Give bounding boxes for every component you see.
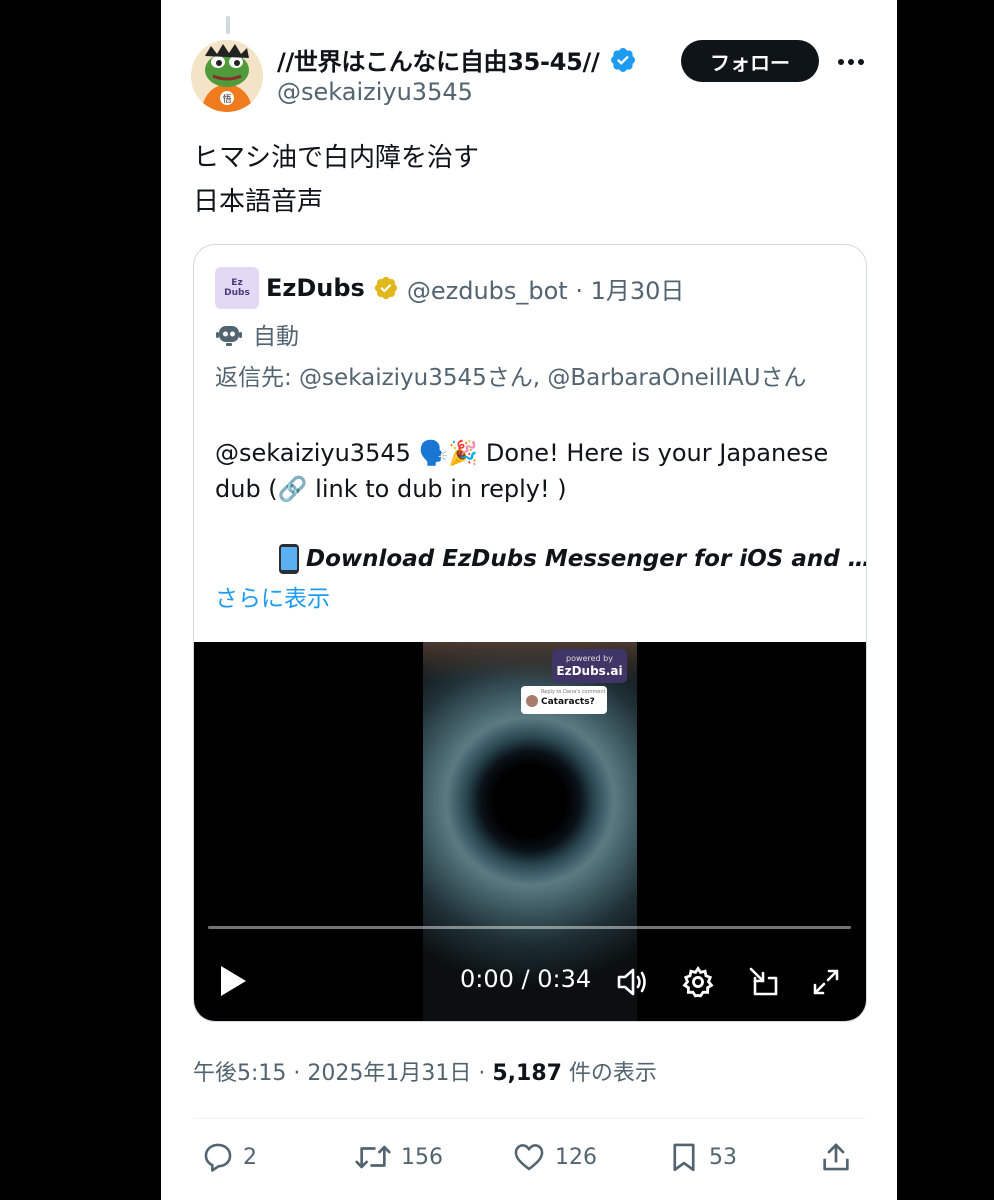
reply-icon (201, 1140, 235, 1174)
bookmark-button[interactable]: 53 (667, 1140, 737, 1174)
body-mention[interactable]: @sekaiziyu3545 (215, 439, 411, 467)
automated-label: 自動 (215, 317, 299, 351)
quoted-author-name[interactable]: EzDubs (266, 274, 365, 302)
powered-by-text: powered by (566, 654, 613, 663)
author-display-name[interactable]: //世界はこんなに自由35-45// (277, 42, 600, 77)
tweet-text: ヒマシ油で白内障を治す 日本語音声 (193, 136, 479, 224)
reply-count: 2 (243, 1144, 257, 1170)
follow-button[interactable]: フォロー (681, 40, 819, 82)
fullscreen-icon[interactable] (808, 964, 844, 1000)
ezdubs-logo-text-2: Dubs (224, 288, 250, 298)
comment-text: Cataracts? (541, 697, 595, 707)
download-line: Download EzDubs Messenger for iOS and … (278, 543, 867, 575)
settings-gear-icon[interactable] (680, 964, 716, 1000)
like-count: 126 (555, 1144, 597, 1170)
comment-bubble: Reply to Dana's comment Cataracts? (521, 686, 607, 714)
svg-text:悟: 悟 (222, 93, 231, 105)
phone-icon (278, 543, 300, 575)
retweet-count: 156 (401, 1144, 443, 1170)
volume-icon[interactable] (614, 964, 650, 1000)
video-time: 0:00 / 0:34 (460, 965, 592, 993)
thread-line (226, 16, 230, 34)
author-handle[interactable]: @sekaiziyu3545 (277, 78, 473, 106)
view-count: 5,187 (492, 1061, 562, 1086)
verified-badge-icon (609, 46, 637, 74)
tweet-page: 悟 //世界はこんなに自由35-45// @sekaiziyu3545 フォロー… (161, 0, 897, 1200)
view-count-label: 件の表示 (561, 1061, 657, 1086)
quoted-tweet-body: @sekaiziyu3545 🗣️🎉 Done! Here is your Ja… (215, 435, 835, 507)
tweet-meta: 午後5:15 · 2025年1月31日 · 5,187 件の表示 (193, 1055, 657, 1087)
video-player[interactable]: powered by EzDubs.ai Reply to Dana's com… (194, 642, 866, 1021)
action-bar: 2 156 126 53 (193, 1140, 865, 1184)
powered-by-brand: EzDubs.ai (556, 664, 623, 678)
automated-text: 自動 (253, 324, 299, 350)
ezdubs-logo[interactable]: Ez Dubs (215, 267, 259, 309)
quoted-tweet-header: EzDubs @ezdubs_bot · 1月30日 (266, 267, 684, 309)
picture-in-picture-icon[interactable] (746, 964, 782, 1000)
like-button[interactable]: 126 (511, 1140, 597, 1174)
show-more-link[interactable]: さらに表示 (215, 579, 330, 613)
author-name-row: //世界はこんなに自由35-45// (277, 42, 637, 77)
tweet-text-line-2: 日本語音声 (193, 187, 324, 217)
powered-by-badge: powered by EzDubs.ai (552, 649, 627, 683)
bookmark-icon (667, 1140, 701, 1174)
tweet-timestamp[interactable]: 午後5:15 · 2025年1月31日 · (193, 1061, 492, 1086)
comment-reply-label: Reply to Dana's comment (541, 689, 606, 695)
video-progress-bar[interactable] (208, 926, 851, 929)
share-icon (819, 1140, 853, 1174)
retweet-button[interactable]: 156 (353, 1140, 443, 1174)
more-options-icon[interactable] (833, 44, 869, 80)
reply-to-text[interactable]: 返信先: @sekaiziyu3545さん, @BarbaraOneillAUさ… (215, 361, 835, 395)
avatar[interactable]: 悟 (191, 40, 263, 112)
bookmark-count: 53 (709, 1144, 737, 1170)
tweet-text-line-1: ヒマシ油で白内障を治す (193, 143, 480, 173)
ezdubs-logo-text-1: Ez (231, 278, 243, 288)
robot-icon (215, 320, 243, 348)
commenter-avatar (526, 695, 538, 707)
download-text: Download EzDubs Messenger for iOS and … (306, 546, 867, 572)
body-emoji: 🗣️🎉 (418, 439, 479, 467)
play-icon[interactable] (218, 964, 248, 998)
divider (193, 1118, 865, 1119)
retweet-icon (353, 1140, 393, 1174)
share-button[interactable] (819, 1140, 853, 1174)
heart-icon (511, 1140, 547, 1174)
quoted-tweet[interactable]: Ez Dubs EzDubs @ezdubs_bot · 1月30日 自動 返信… (193, 244, 867, 1022)
reply-button[interactable]: 2 (201, 1140, 257, 1174)
gold-verified-badge-icon (373, 275, 399, 301)
quoted-handle-date: @ezdubs_bot · 1月30日 (406, 276, 685, 305)
